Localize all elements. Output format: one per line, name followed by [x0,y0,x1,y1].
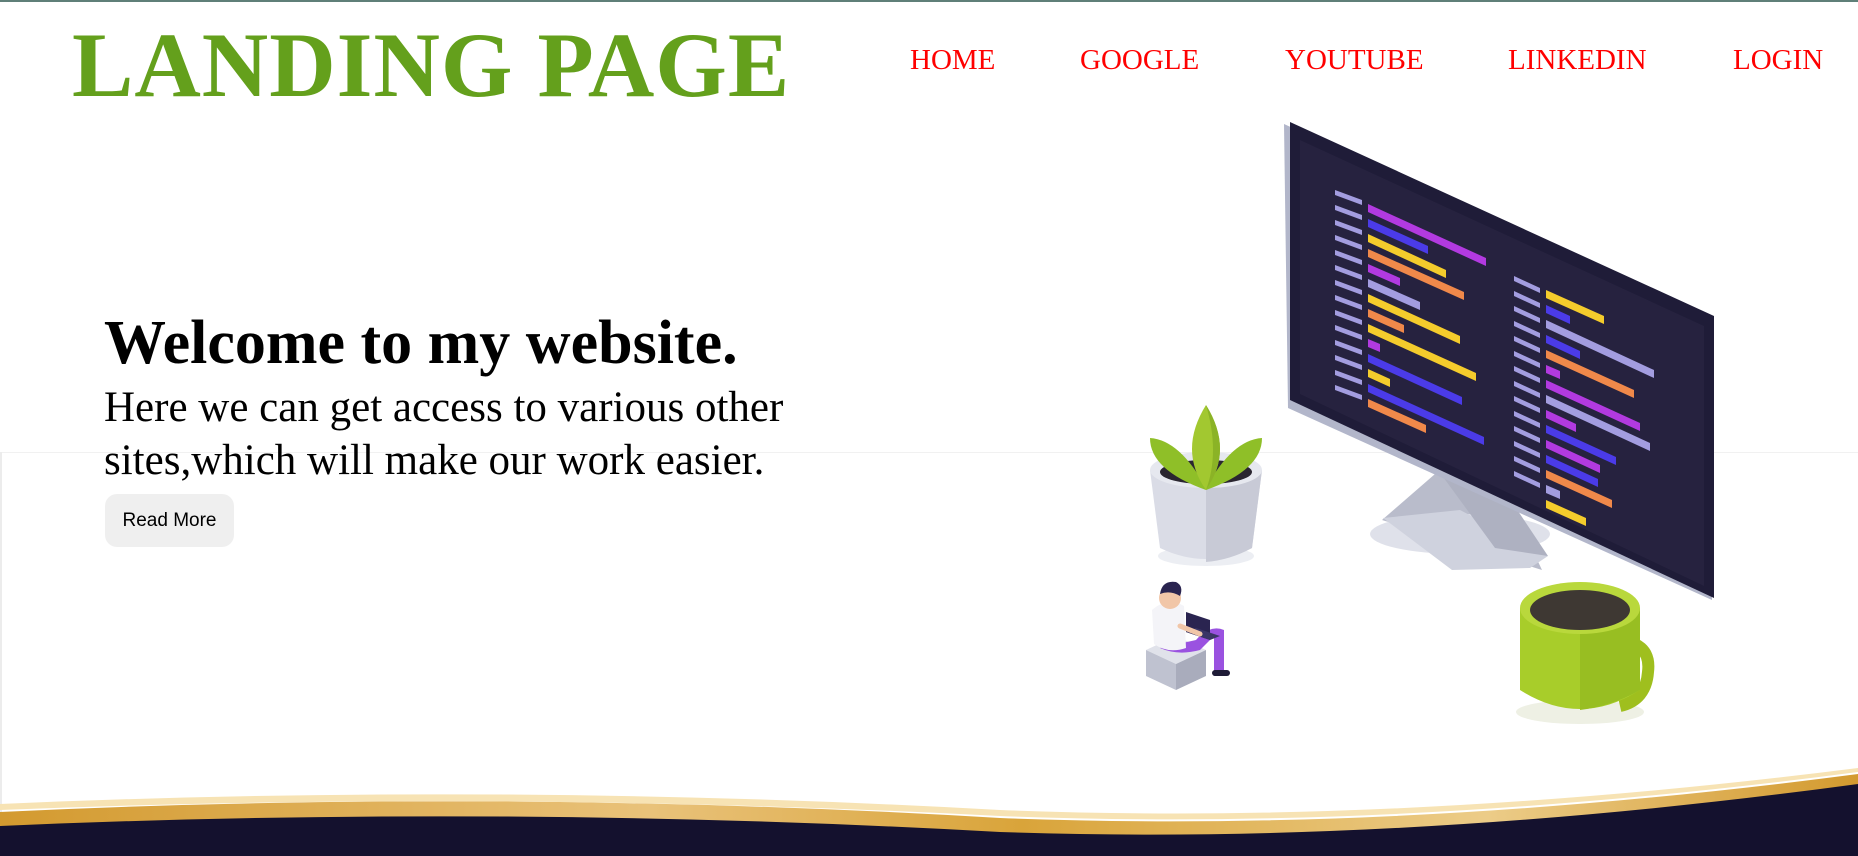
main-nav: HOME GOOGLE YOUTUBE LINKEDIN LOGIN [0,40,1858,80]
monitor-code-icon [1284,122,1714,600]
top-border [0,0,1858,2]
read-more-button[interactable]: Read More [105,494,234,547]
coffee-mug-icon [1516,582,1655,724]
left-divider [0,452,2,812]
plant-pot-icon [1150,405,1262,566]
nav-link-linkedin[interactable]: LINKEDIN [1508,40,1647,80]
nav-link-youtube[interactable]: YOUTUBE [1285,40,1424,80]
nav-link-login[interactable]: LOGIN [1733,40,1823,80]
hero-illustration [1146,122,1714,724]
person-laptop-icon [1146,581,1230,690]
nav-link-google[interactable]: GOOGLE [1080,40,1199,80]
nav-link-home[interactable]: HOME [910,40,995,80]
decorative-wave [0,768,1858,856]
hero-title: Welcome to my website. [104,309,738,377]
hero-text: Here we can get access to various other … [104,384,784,484]
